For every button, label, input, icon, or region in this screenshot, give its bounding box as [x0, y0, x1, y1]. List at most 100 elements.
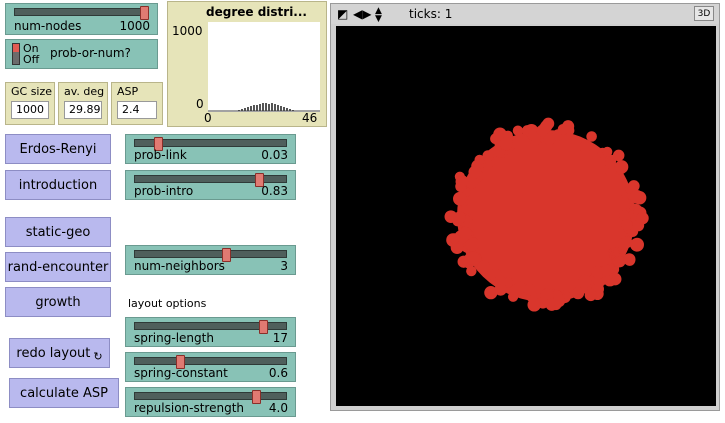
network-node — [571, 287, 585, 300]
histogram-bars — [238, 103, 294, 111]
network-graph — [444, 117, 649, 312]
static-geo-button[interactable]: static-geo — [5, 217, 111, 247]
slider-value: 17 — [272, 331, 288, 345]
slider-track[interactable] — [14, 6, 149, 20]
histogram-bar — [253, 105, 255, 111]
slider-track[interactable] — [134, 355, 287, 369]
monitor-label: av. deg — [64, 85, 105, 98]
network-node — [630, 190, 644, 204]
network-node — [453, 191, 467, 206]
prob-intro-slider[interactable]: prob-intro 0.83 — [125, 170, 296, 200]
histogram-bar — [268, 104, 270, 111]
prob-link-slider[interactable]: prob-link 0.03 — [125, 134, 296, 164]
network-node — [586, 131, 597, 142]
histogram-bar — [283, 107, 285, 111]
button-label: static-geo — [25, 224, 91, 240]
network-node — [617, 238, 630, 250]
av-deg-monitor: av. deg 29.89 — [58, 82, 108, 125]
slider-label: num-neighbors — [134, 259, 225, 273]
network-node — [636, 211, 649, 225]
network-node — [621, 219, 633, 231]
world-canvas[interactable] — [336, 26, 716, 406]
plot-y-max: 1000 — [172, 24, 203, 38]
slider-thumb[interactable] — [251, 390, 261, 404]
introduction-button[interactable]: introduction — [5, 170, 111, 200]
degree-distribution-plot: degree distri... 1000 0 0 46 — [167, 1, 327, 127]
layout-options-label: layout options — [128, 297, 207, 310]
button-label: Erdos-Renyi — [19, 141, 97, 157]
slider-track[interactable] — [134, 320, 287, 334]
network-node — [458, 226, 472, 241]
slider-label: prob-intro — [134, 184, 194, 198]
network-node — [484, 286, 498, 300]
plot-y-min: 0 — [196, 97, 204, 111]
slider-track[interactable] — [134, 137, 287, 151]
left-right-arrows-icon[interactable]: ◀▶ — [353, 7, 371, 21]
button-label: calculate ASP — [20, 385, 108, 401]
num-nodes-slider[interactable]: num-nodes 1000 — [5, 3, 158, 35]
prob-or-num-switch[interactable]: On Off prob-or-num? — [5, 39, 158, 69]
histogram-bar — [259, 104, 261, 111]
world-view-frame: ◩ ◀▶ ▲ ▼ ticks: 1 3D — [330, 3, 720, 411]
slider-track[interactable] — [134, 248, 287, 262]
histogram-bar — [280, 106, 282, 111]
network-node — [512, 125, 524, 136]
monitor-value: 1000 — [11, 101, 49, 119]
slider-thumb[interactable] — [259, 320, 269, 334]
monitor-value: 29.89 — [64, 101, 102, 119]
plot-x-max: 46 — [302, 111, 318, 125]
network-node — [507, 291, 519, 302]
rand-encounter-button[interactable]: rand-encounter — [5, 252, 111, 282]
redo-layout-button[interactable]: redo layout ↻ — [9, 338, 110, 368]
spring-length-slider[interactable]: spring-length 17 — [125, 317, 296, 347]
network-node — [527, 130, 538, 141]
spring-constant-slider[interactable]: spring-constant 0.6 — [125, 352, 296, 382]
calculate-asp-button[interactable]: calculate ASP — [9, 378, 119, 408]
3d-view-button[interactable]: 3D — [694, 6, 714, 21]
plot-title: degree distri... — [206, 5, 307, 19]
growth-button[interactable]: growth — [5, 287, 111, 317]
network-node — [613, 257, 624, 268]
slider-value: 0.83 — [261, 184, 288, 198]
switch-off-label: Off — [23, 53, 40, 66]
histogram-bar — [277, 105, 279, 111]
num-neighbors-slider[interactable]: num-neighbors 3 — [125, 245, 296, 275]
histogram-bar — [271, 103, 273, 111]
network-node — [543, 133, 556, 146]
slider-value: 0.6 — [268, 366, 288, 380]
slider-label: spring-length — [134, 331, 214, 345]
monitor-label: ASP — [117, 85, 139, 98]
histogram-bar — [274, 104, 276, 111]
speed-control-icon[interactable]: ◩ — [337, 7, 348, 21]
network-node — [468, 165, 482, 179]
up-down-arrows-icon[interactable]: ▲ ▼ — [375, 7, 382, 24]
monitor-label: GC size — [11, 85, 53, 98]
slider-label: repulsion-strength — [134, 401, 245, 415]
erdos-renyi-button[interactable]: Erdos-Renyi — [5, 134, 111, 164]
histogram — [208, 103, 320, 112]
button-label: introduction — [18, 177, 98, 193]
network-node — [542, 117, 555, 130]
slider-value: 1000 — [119, 19, 150, 33]
histogram-bar — [265, 103, 267, 111]
histogram-bar — [247, 107, 249, 111]
network-node — [557, 123, 569, 135]
network-node — [602, 146, 613, 157]
histogram-bar — [256, 105, 258, 111]
network-node — [624, 254, 636, 266]
network-node — [449, 233, 460, 244]
slider-thumb[interactable] — [140, 6, 149, 20]
slider-track[interactable] — [134, 390, 287, 404]
network-node — [523, 283, 536, 296]
switch-knob[interactable] — [12, 43, 20, 65]
monitor-value: 2.4 — [117, 101, 157, 119]
button-label: growth — [35, 294, 81, 310]
network-node — [482, 150, 494, 162]
repulsion-strength-slider[interactable]: repulsion-strength 4.0 — [125, 387, 296, 417]
ticks-counter: ticks: 1 — [409, 7, 453, 21]
slider-label: spring-constant — [134, 366, 228, 380]
slider-track[interactable] — [134, 173, 287, 187]
slider-label: prob-link — [134, 148, 187, 162]
network-node — [455, 175, 469, 188]
network-node — [619, 210, 630, 221]
